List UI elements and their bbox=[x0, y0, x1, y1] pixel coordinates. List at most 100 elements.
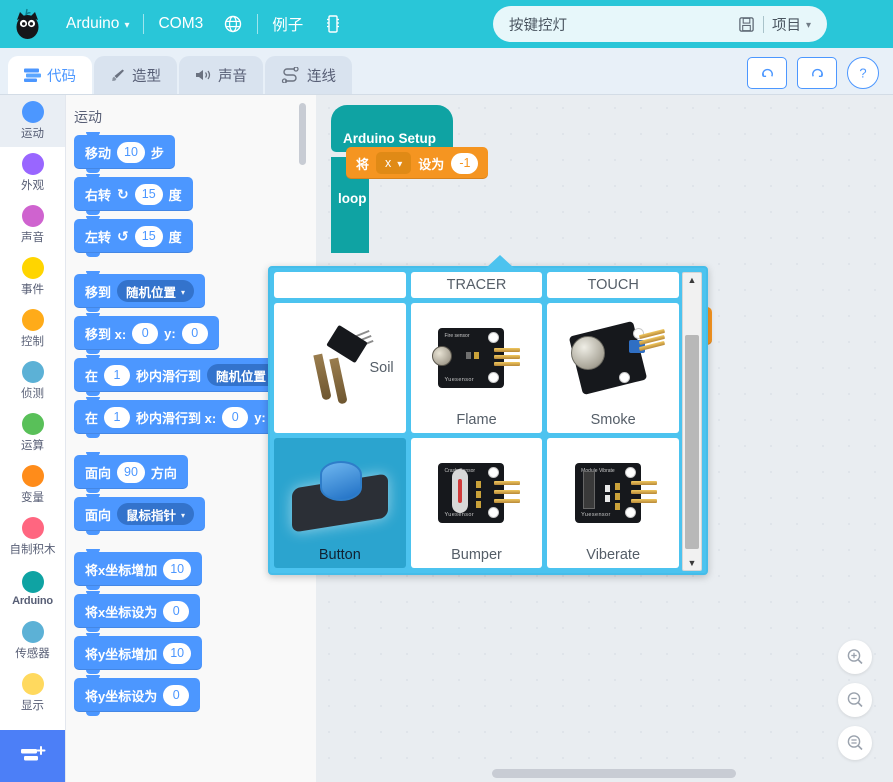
block-number-input[interactable]: 10 bbox=[163, 642, 192, 664]
block-number-input[interactable]: 15 bbox=[134, 225, 163, 247]
block-set-variable[interactable]: 将 x ▾ 设为 -1 bbox=[346, 147, 489, 179]
category-display[interactable]: 显示 bbox=[0, 667, 65, 719]
help-button[interactable]: ? bbox=[847, 57, 879, 89]
app-logo[interactable] bbox=[0, 0, 56, 48]
sensor-item-button[interactable]: Button bbox=[274, 438, 406, 568]
block-point-towards[interactable]: 面向 鼠标指针 ▾ bbox=[74, 494, 206, 535]
tab-wiring[interactable]: 连线 bbox=[265, 56, 352, 94]
serial-port-label[interactable]: COM3 bbox=[148, 0, 213, 48]
board-menu[interactable]: Arduino ▾ bbox=[56, 0, 139, 48]
category-color-dot bbox=[21, 621, 44, 643]
block-dropdown[interactable]: 鼠标指针 ▾ bbox=[117, 503, 195, 525]
scroll-down-arrow-icon[interactable]: ▼ bbox=[688, 556, 697, 570]
block-point-direction[interactable]: 面向 90 方向 bbox=[74, 452, 188, 493]
sensor-item-flame[interactable]: Fire sensor Yuesensor Flame bbox=[410, 303, 543, 433]
project-name-input[interactable]: 按键控灯 bbox=[509, 14, 730, 35]
zoom-reset-button[interactable] bbox=[838, 726, 872, 760]
zoom-in-button[interactable] bbox=[838, 640, 872, 674]
category-my-blocks[interactable]: 自制积木 bbox=[0, 511, 65, 563]
examples-menu[interactable]: 例子 bbox=[262, 0, 313, 48]
sensor-grid[interactable]: TRACER TOUCH Soil Fire sensor Yuesensor … bbox=[274, 272, 679, 571]
scrollbar-thumb[interactable] bbox=[685, 335, 699, 549]
block-number-input[interactable]: 10 bbox=[163, 558, 192, 580]
block-turn-left[interactable]: 左转 ↺ 15 度 bbox=[74, 216, 193, 257]
project-name-bar[interactable]: 按键控灯 项目 ▾ bbox=[493, 6, 827, 42]
block-text: 在 bbox=[85, 410, 99, 426]
tab-sounds[interactable]: 声音 bbox=[179, 56, 263, 94]
palette-scrollbar[interactable] bbox=[299, 103, 306, 165]
dropdown-value: 鼠标指针 bbox=[126, 508, 177, 523]
block-move-steps[interactable]: 移动 10 步 bbox=[74, 132, 175, 173]
block-change-y[interactable]: 将y坐标增加 10 bbox=[74, 633, 203, 674]
chevron-down-icon: ▾ bbox=[124, 19, 130, 31]
block-turn-right[interactable]: 右转 ↻ 15 度 bbox=[74, 174, 193, 215]
zoom-out-button[interactable] bbox=[838, 683, 872, 717]
sensor-item-touch[interactable]: TOUCH bbox=[547, 272, 679, 298]
block-number-input[interactable]: 0 bbox=[163, 684, 190, 706]
block-number-input[interactable]: 1 bbox=[104, 364, 131, 386]
block-dropdown[interactable]: 随机位置 ▾ bbox=[117, 280, 195, 302]
category-motion[interactable]: 运动 bbox=[0, 95, 65, 147]
tab-code[interactable]: 代码 bbox=[8, 56, 92, 94]
question-mark-icon: ? bbox=[859, 66, 866, 81]
category-sensing[interactable]: 侦测 bbox=[0, 355, 65, 407]
sensor-item-soil[interactable]: Soil bbox=[274, 303, 406, 433]
language-button[interactable] bbox=[213, 0, 253, 48]
sensor-item-bumper[interactable]: Crash Sensor Yuesensor Bumper bbox=[410, 438, 543, 568]
block-number-input[interactable]: 10 bbox=[117, 141, 145, 163]
category-label: 运算 bbox=[21, 440, 44, 452]
block-glide-target[interactable]: 在 1 秒内滑行到 随机位置 ▾ bbox=[74, 355, 296, 396]
category-rail[interactable]: 运动 外观 声音 事件 控制 侦测 运算 变量 自制积木 Arduino 传感器… bbox=[0, 95, 66, 782]
sensor-item-smoke[interactable]: Smoke bbox=[547, 303, 679, 433]
block-number-input[interactable]: 15 bbox=[134, 183, 163, 205]
tab-costumes[interactable]: 造型 bbox=[94, 56, 177, 94]
block-number-input[interactable]: 0 bbox=[181, 322, 208, 344]
category-control[interactable]: 控制 bbox=[0, 303, 65, 355]
save-icon[interactable] bbox=[738, 16, 755, 33]
popup-pointer-arrow bbox=[486, 255, 514, 268]
board-chip-button[interactable] bbox=[313, 0, 353, 48]
block-number-input[interactable]: 1 bbox=[104, 406, 131, 428]
tab-costumes-label: 造型 bbox=[132, 68, 161, 85]
block-text: 移动 bbox=[85, 145, 112, 161]
block-number-input[interactable]: 0 bbox=[222, 406, 249, 428]
arduino-setup-hat-block[interactable]: Arduino Setup bbox=[331, 105, 453, 152]
add-extension-button[interactable] bbox=[0, 730, 65, 782]
block-number-input[interactable]: 0 bbox=[132, 322, 159, 344]
sensor-picker-popup[interactable]: TRACER TOUCH Soil Fire sensor Yuesensor … bbox=[268, 255, 708, 575]
category-arduino[interactable]: Arduino bbox=[0, 563, 65, 615]
workspace-horizontal-scrollbar[interactable] bbox=[492, 769, 736, 778]
sensor-item-vibrate[interactable]: Module Vibrate Yuesensor Viberate bbox=[547, 438, 679, 568]
rotate-cw-icon bbox=[811, 68, 823, 77]
variable-dropdown[interactable]: x ▾ bbox=[376, 152, 412, 174]
category-looks[interactable]: 外观 bbox=[0, 147, 65, 199]
toolbar-right: ? bbox=[747, 57, 893, 94]
category-operators[interactable]: 运算 bbox=[0, 407, 65, 459]
block-set-y[interactable]: 将y坐标设为 0 bbox=[74, 675, 201, 716]
sensor-item-blank[interactable] bbox=[274, 272, 406, 298]
category-label: 运动 bbox=[21, 128, 44, 140]
app-header: Arduino ▾ COM3 例子 按键控灯 项目 ▾ bbox=[0, 0, 893, 48]
category-sensors[interactable]: 传感器 bbox=[0, 615, 65, 667]
scroll-up-arrow-icon[interactable]: ▲ bbox=[688, 273, 697, 287]
block-goto-xy[interactable]: 移到 x: 0 y: 0 bbox=[74, 313, 219, 354]
examples-label: 例子 bbox=[272, 17, 304, 34]
category-sound[interactable]: 声音 bbox=[0, 199, 65, 251]
block-number-input[interactable]: 90 bbox=[117, 461, 145, 483]
category-variables[interactable]: 变量 bbox=[0, 459, 65, 511]
block-change-x[interactable]: 将x坐标增加 10 bbox=[74, 549, 203, 590]
add-extension-icon bbox=[21, 746, 46, 761]
block-number-input[interactable]: 0 bbox=[163, 600, 190, 622]
block-number-input[interactable]: -1 bbox=[451, 152, 479, 174]
undo-button[interactable] bbox=[747, 57, 787, 89]
redo-button[interactable] bbox=[797, 57, 837, 89]
globe-icon bbox=[225, 15, 242, 33]
cat-mascot-logo-icon bbox=[16, 8, 39, 39]
sensor-item-tracer[interactable]: TRACER bbox=[410, 272, 543, 298]
category-events[interactable]: 事件 bbox=[0, 251, 65, 303]
popup-scrollbar[interactable]: ▲ ▼ bbox=[682, 272, 702, 571]
category-color-dot bbox=[21, 205, 44, 227]
project-menu[interactable]: 项目 ▾ bbox=[772, 14, 811, 35]
block-set-x[interactable]: 将x坐标设为 0 bbox=[74, 591, 201, 632]
block-goto-target[interactable]: 移到 随机位置 ▾ bbox=[74, 271, 206, 312]
